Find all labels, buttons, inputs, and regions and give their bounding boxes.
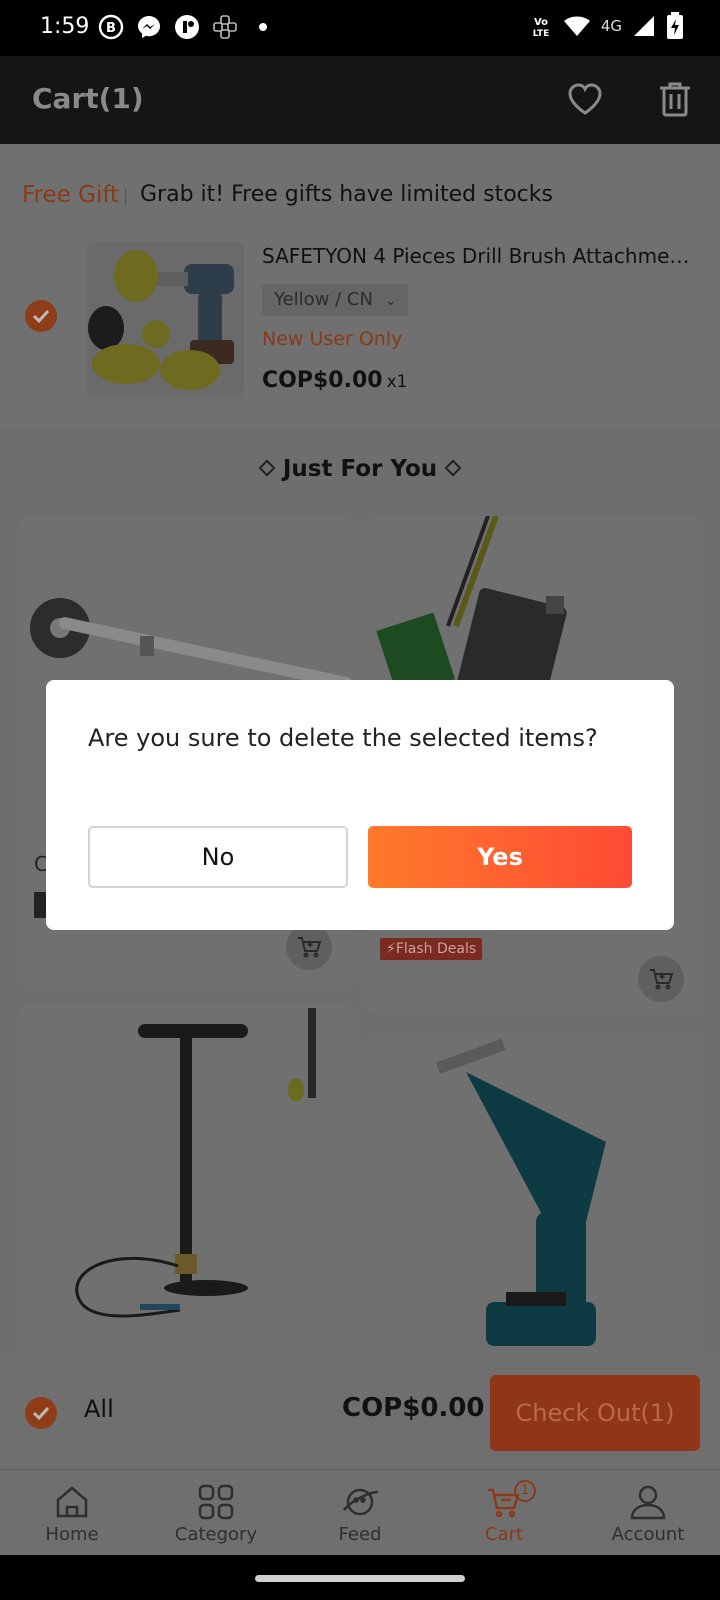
new-user-note: New User Only — [262, 328, 403, 350]
checkout-button[interactable]: Check Out(1) — [490, 1375, 700, 1451]
variant-selector[interactable]: Yellow / CN ⌄ — [262, 284, 409, 316]
tab-feed[interactable]: Feed — [288, 1470, 432, 1556]
select-all-label: All — [84, 1395, 114, 1423]
just-for-you-heading: Just For You — [0, 456, 720, 482]
cart-count-badge: 1 — [514, 1480, 536, 1502]
tab-home[interactable]: Home — [0, 1470, 144, 1556]
delete-confirm-dialog: Are you sure to delete the selected item… — [46, 680, 674, 930]
tab-feed-label: Feed — [338, 1524, 382, 1545]
system-icons: Vo LTE 4G — [529, 12, 684, 40]
status-bar: 1:59 B Vo LTE 4G — [0, 0, 720, 56]
variant-label: Yellow / CN — [274, 289, 373, 310]
volte-icon: VoLTE — [533, 17, 550, 39]
hand-pump-image — [75, 1008, 316, 1318]
flash-deals-label: Flash Deals — [395, 941, 477, 957]
bottom-tab-bar: Home Category Feed 1 Cart Account — [0, 1469, 720, 1555]
more-notifications-dot-icon — [259, 23, 267, 31]
divider — [125, 188, 126, 206]
notification-puzzle-icon — [213, 15, 237, 39]
dialog-message: Are you sure to delete the selected item… — [88, 724, 598, 752]
no-button[interactable]: No — [88, 826, 348, 888]
tab-cart-label: Cart — [484, 1524, 524, 1545]
free-gift-tag: Free Gift — [22, 182, 120, 208]
select-all-checkbox[interactable] — [25, 1397, 57, 1429]
notification-b-icon: B — [98, 14, 124, 40]
check-icon — [32, 1406, 50, 1421]
reciprocating-saw-image — [435, 1038, 606, 1346]
tab-category[interactable]: Category — [144, 1470, 288, 1556]
system-navigation-bar — [0, 1555, 720, 1600]
check-icon — [32, 309, 50, 324]
page-title: Cart(1) — [32, 82, 144, 115]
tab-account[interactable]: Account — [576, 1470, 720, 1556]
svg-text:LTE: LTE — [533, 29, 550, 39]
add-to-cart-button[interactable] — [286, 924, 332, 970]
home-gesture-handle[interactable] — [255, 1575, 465, 1582]
cart-plus-icon — [650, 969, 674, 990]
yes-button[interactable]: Yes — [368, 826, 632, 888]
heart-icon[interactable] — [566, 80, 604, 118]
status-time: 1:59 — [40, 14, 90, 39]
cart-header: Cart(1) — [0, 56, 720, 144]
trash-icon[interactable] — [656, 80, 694, 118]
flash-deals-badge: ⚡Flash Deals — [380, 938, 483, 960]
chevron-down-icon: ⌄ — [384, 293, 397, 309]
tab-category-label: Category — [174, 1524, 258, 1545]
free-gift-headline: Grab it! Free gifts have limited stocks — [140, 182, 553, 207]
drill-brush-image — [88, 250, 234, 390]
cart-plus-icon — [298, 937, 322, 958]
diamond-icon — [444, 459, 462, 476]
feed-icon — [343, 1488, 379, 1516]
just-for-you-title: Just For You — [282, 456, 438, 482]
diamond-icon — [258, 459, 276, 476]
gift-item-checkbox[interactable] — [25, 300, 57, 332]
gift-product-name[interactable]: SAFETYON 4 Pieces Drill Brush Attachment… — [262, 244, 702, 268]
product-card[interactable] — [20, 1004, 354, 1357]
messenger-icon — [138, 16, 160, 38]
notification-i-icon — [175, 15, 199, 39]
add-to-cart-button[interactable] — [638, 956, 684, 1002]
tab-account-label: Account — [611, 1524, 685, 1545]
gift-quantity: x1 — [386, 372, 408, 392]
category-icon — [198, 1484, 234, 1520]
notification-icons: B — [98, 14, 276, 40]
gift-product-image[interactable] — [86, 242, 244, 396]
lightning-icon: ⚡ — [386, 941, 396, 957]
svg-text:B: B — [106, 21, 116, 36]
product-card[interactable] — [366, 1032, 700, 1357]
account-icon — [630, 1485, 666, 1520]
battery-charging-icon — [667, 12, 683, 39]
gift-price: COP$0.00 x1 — [262, 368, 407, 393]
svg-text:Vo: Vo — [534, 17, 548, 28]
signal-icon — [634, 16, 654, 36]
cart-summary-bar: All COP$0.00 Check Out(1) — [0, 1357, 720, 1469]
tab-home-label: Home — [45, 1524, 99, 1545]
network-type: 4G — [600, 17, 622, 35]
wifi-icon — [563, 16, 590, 36]
tab-cart[interactable]: 1 Cart — [432, 1470, 576, 1556]
cart-total: COP$0.00 — [342, 1393, 485, 1423]
free-gift-section: Free Gift Grab it! Free gifts have limit… — [0, 144, 720, 428]
home-icon — [56, 1486, 88, 1518]
gift-price-value: COP$0.00 — [262, 368, 383, 393]
